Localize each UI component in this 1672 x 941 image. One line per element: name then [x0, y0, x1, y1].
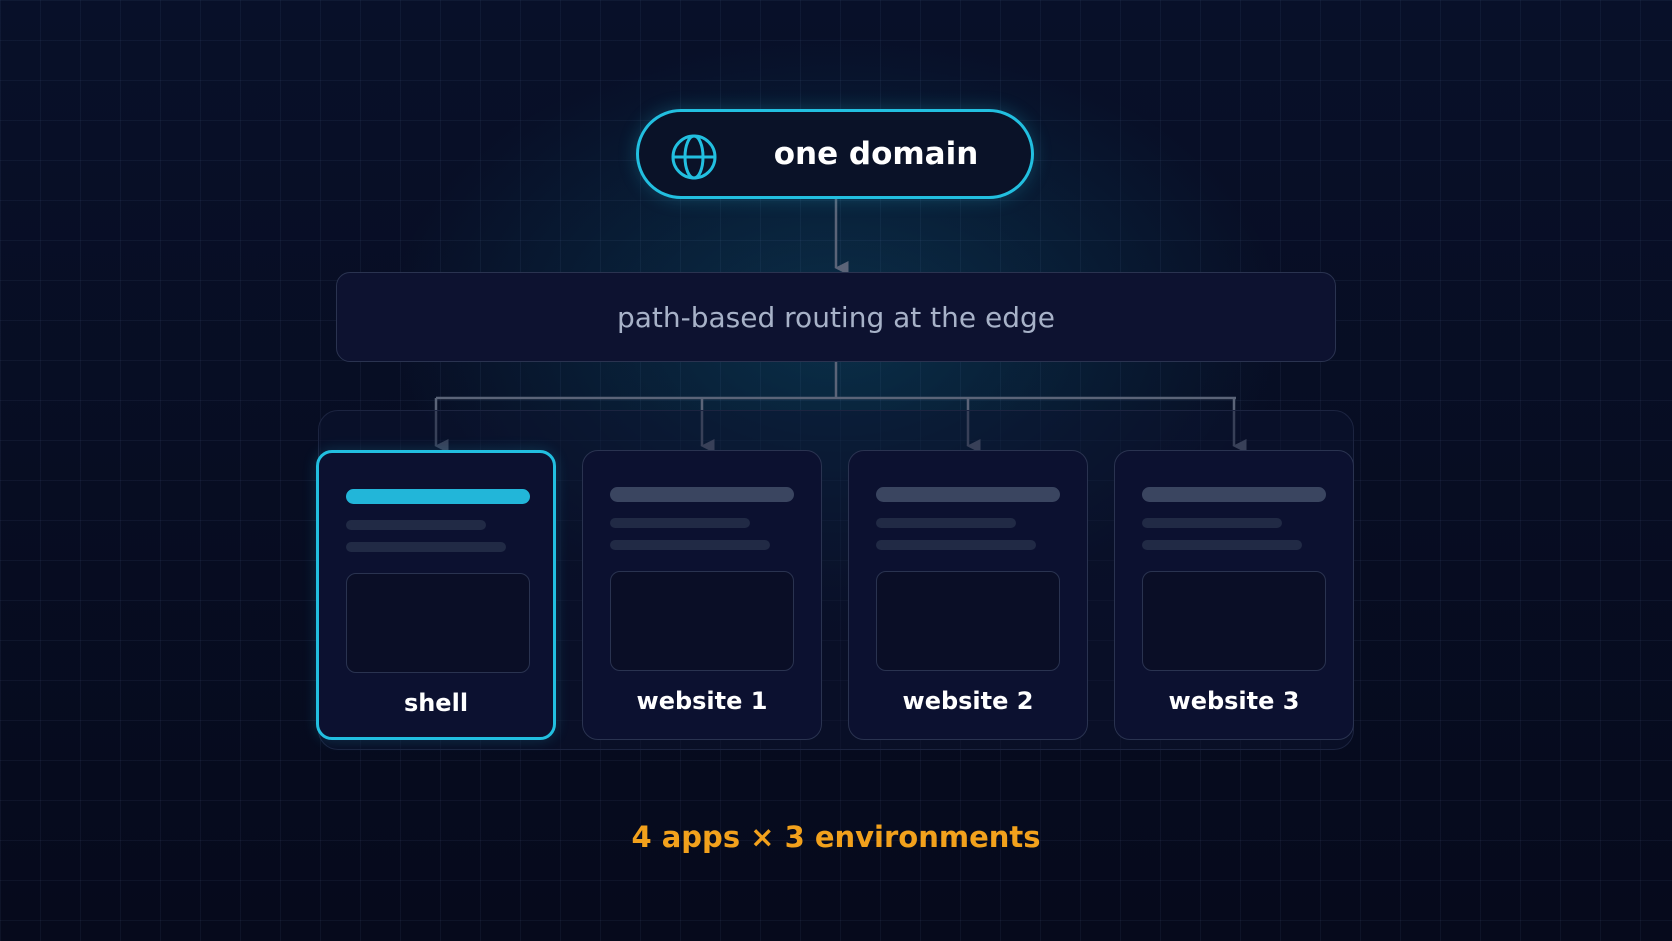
card-text-line	[346, 520, 486, 530]
footer-note: 4 apps × 3 environments	[631, 820, 1041, 854]
diagram-canvas: one domain path-based routing at the edg…	[0, 0, 1672, 941]
app-label: shell	[403, 689, 469, 717]
card-title-bar	[346, 489, 530, 504]
app-label: website 2	[902, 687, 1034, 715]
domain-node: one domain	[636, 109, 1034, 199]
card-text-line	[610, 518, 750, 528]
app-card-website-3: website 3	[1114, 450, 1354, 740]
card-title-bar	[876, 487, 1060, 502]
card-text-line	[876, 518, 1016, 528]
app-card-website-2: website 2	[848, 450, 1088, 740]
app-card-website-1: website 1	[582, 450, 822, 740]
app-label: website 1	[636, 687, 768, 715]
card-content-placeholder	[610, 571, 794, 671]
globe-icon	[671, 134, 717, 180]
card-text-line	[1142, 540, 1302, 550]
domain-label: one domain	[773, 136, 979, 172]
card-title-bar	[1142, 487, 1326, 502]
card-text-line	[346, 542, 506, 552]
routing-node: path-based routing at the edge	[336, 272, 1336, 362]
app-card-shell: shell	[316, 450, 556, 740]
app-label: website 3	[1168, 687, 1300, 715]
card-content-placeholder	[876, 571, 1060, 671]
card-text-line	[1142, 518, 1282, 528]
card-text-line	[610, 540, 770, 550]
card-content-placeholder	[1142, 571, 1326, 671]
card-content-placeholder	[346, 573, 530, 673]
card-text-line	[876, 540, 1036, 550]
card-title-bar	[610, 487, 794, 502]
